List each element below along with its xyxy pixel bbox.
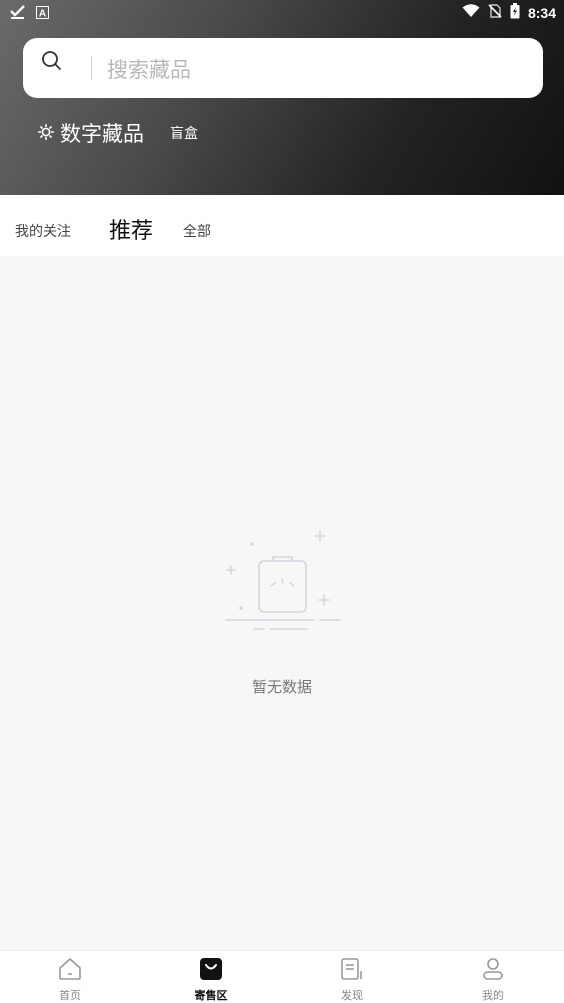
- nav-consignment[interactable]: 寄售区: [171, 957, 251, 1003]
- search-bar[interactable]: 搜索藏品: [23, 38, 543, 98]
- content-tabs: 我的关注 推荐 全部: [0, 195, 564, 256]
- nav-profile-label: 我的: [482, 989, 504, 1002]
- nav-home[interactable]: 首页: [30, 957, 110, 1003]
- tab-blind-box[interactable]: 盲盒: [170, 123, 198, 143]
- bottom-nav: 首页 寄售区 发现 我的: [0, 950, 564, 1003]
- status-bar: A 8:34: [0, 0, 564, 24]
- empty-state-text: 暂无数据: [251, 678, 312, 696]
- a-app-icon: A: [36, 4, 49, 23]
- user-icon: [481, 958, 505, 985]
- search-icon[interactable]: [41, 50, 63, 76]
- empty-clipboard-icon: [222, 528, 342, 638]
- header-banner: A 8:34 搜索藏品 数字藏品 盲盒: [0, 0, 564, 195]
- document-icon: [340, 958, 364, 985]
- search-divider: [91, 56, 92, 80]
- svg-text:A: A: [39, 9, 46, 20]
- nav-profile[interactable]: 我的: [453, 957, 533, 1003]
- nav-home-label: 首页: [59, 989, 81, 1002]
- tab-digital-collectibles[interactable]: 数字藏品: [38, 118, 144, 148]
- nav-discover[interactable]: 发现: [312, 957, 392, 1003]
- home-icon: [58, 958, 82, 985]
- category-tabs: 数字藏品 盲盒: [38, 118, 198, 148]
- tab-all[interactable]: 全部: [183, 221, 211, 241]
- sun-icon: [38, 121, 54, 145]
- status-time: 8:34: [527, 5, 556, 21]
- battery-charging-icon: [510, 3, 520, 23]
- search-input[interactable]: 搜索藏品: [107, 54, 191, 84]
- tab-label: 数字藏品: [60, 122, 144, 146]
- no-sim-icon: [488, 4, 502, 22]
- check-download-icon: [10, 4, 26, 23]
- shopping-bag-icon: [199, 958, 223, 985]
- tab-following[interactable]: 我的关注: [15, 221, 71, 241]
- nav-discover-label: 发现: [341, 989, 363, 1002]
- tab-recommended[interactable]: 推荐: [109, 213, 153, 245]
- wifi-icon: [462, 4, 480, 22]
- nav-consignment-label: 寄售区: [194, 989, 228, 1002]
